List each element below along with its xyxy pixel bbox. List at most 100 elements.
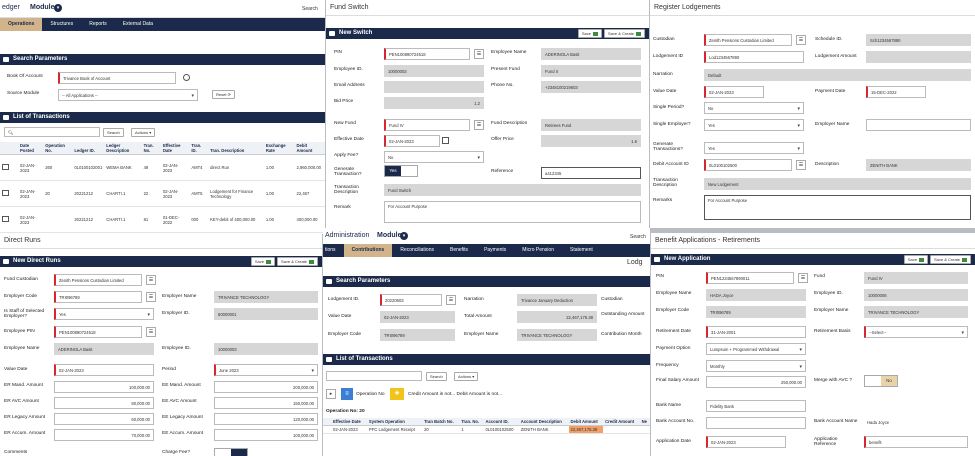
custodian-field[interactable]: Zenith Pensions Custodian Limited: [704, 34, 792, 46]
lookup-icon[interactable]: ☰: [474, 49, 484, 59]
lookup-icon[interactable]: ☰: [474, 120, 484, 130]
reset-button[interactable]: Reset ⟳: [212, 90, 235, 99]
search-link[interactable]: Search: [302, 6, 318, 12]
amount-field[interactable]: 200,000.00: [214, 381, 318, 393]
col-header[interactable]: Tran. Description: [208, 142, 264, 155]
col-header[interactable]: Debit Amount: [568, 418, 604, 426]
amount-field[interactable]: 70,000.00: [54, 429, 154, 441]
value-date-field[interactable]: 02-JAN-2023: [54, 364, 154, 376]
settings-icon[interactable]: [183, 74, 190, 81]
amount-field[interactable]: 100,000.00: [214, 429, 318, 441]
tab-structures[interactable]: Structures: [42, 18, 81, 31]
table-row[interactable]: 02-JAN-2023 PFC Lodgement Receipt 20 1 0L010…: [323, 425, 650, 434]
frequency-select[interactable]: Monthly: [706, 360, 806, 372]
application-reference-field[interactable]: benefit: [864, 436, 968, 448]
calendar-icon[interactable]: [442, 137, 449, 144]
list-header[interactable]: List of Transactions: [0, 112, 325, 123]
merge-avc-toggle[interactable]: No: [864, 375, 898, 387]
table-row[interactable]: 02-JAN-2023 20 20221212 CHARTI.1 22 02-JAN-20…: [0, 180, 325, 207]
reference-field[interactable]: a412345: [541, 167, 641, 179]
bank-account-no-field[interactable]: [706, 417, 806, 429]
col-header[interactable]: Tran. No.: [141, 142, 161, 155]
col-header[interactable]: Exchange Rate: [263, 142, 295, 155]
lookup-icon[interactable]: ☰: [146, 275, 156, 285]
save-button[interactable]: Save: [250, 257, 275, 266]
actions-button[interactable]: Actions ▾: [131, 128, 156, 137]
search-params-header[interactable]: Search Parameters: [323, 276, 650, 287]
pin-field[interactable]: PEN1234567890011: [706, 272, 794, 284]
col-header[interactable]: Debit Amount: [294, 142, 325, 155]
final-salary-field[interactable]: 250,000.00: [706, 376, 806, 388]
tab-statement[interactable]: Statement: [562, 244, 601, 257]
tab-payments[interactable]: Payments: [476, 244, 514, 257]
tab-benefits[interactable]: Benefits: [442, 244, 476, 257]
retirement-date-field[interactable]: 31-JAN-2001: [706, 326, 806, 338]
value-date-field[interactable]: 02-JAN-2023: [704, 86, 764, 98]
book-field[interactable]: Trivance Book of Account: [58, 72, 176, 84]
amount-field[interactable]: 100,000.00: [54, 381, 154, 393]
lookup-icon[interactable]: ☰: [446, 295, 456, 305]
operation-no-filter[interactable]: Operation No: [356, 392, 385, 397]
chevron-down-icon[interactable]: ▾: [400, 232, 408, 240]
remarks-field[interactable]: For Account Purpose: [704, 195, 971, 220]
new-fund-field[interactable]: Fund IV: [384, 119, 470, 131]
debit-account-field[interactable]: 0L0100102500: [704, 159, 792, 171]
col-header[interactable]: Account Description: [518, 418, 569, 426]
pin-field[interactable]: PEN100890724518: [384, 48, 470, 60]
source-select[interactable]: -- All Applications --: [58, 89, 198, 101]
effective-date-field[interactable]: 02-JAN-2023: [384, 135, 440, 147]
tab-external-data[interactable]: External Data: [115, 18, 161, 31]
is-staff-select[interactable]: Yes: [54, 308, 154, 320]
tab-contributions[interactable]: Contributions: [343, 244, 393, 257]
save-create-button[interactable]: Save & Create: [603, 29, 645, 38]
employer-name-field[interactable]: [866, 119, 971, 131]
save-create-button[interactable]: Save & Create: [929, 255, 971, 264]
single-period-select[interactable]: No: [704, 102, 804, 114]
search-button[interactable]: Search: [103, 128, 124, 137]
generate-transactions-select[interactable]: Yes: [704, 142, 804, 154]
col-header[interactable]: Date Posted: [18, 142, 44, 155]
single-employer-select[interactable]: Yes: [704, 119, 804, 131]
tab-reconciliations[interactable]: Reconciliations: [392, 244, 442, 257]
row-menu-icon[interactable]: [2, 216, 9, 222]
bank-account-name-field[interactable]: Hada Joyce: [864, 417, 968, 429]
col-header[interactable]: Effective Date: [323, 418, 367, 426]
tab-operations[interactable]: tions: [323, 244, 344, 257]
bank-name-field[interactable]: Fidelity Bank: [706, 400, 806, 412]
lodgement-id-field[interactable]: Lod1234567890: [704, 51, 804, 63]
save-button[interactable]: Save: [903, 255, 928, 264]
amount-field[interactable]: 60,000.00: [54, 413, 154, 425]
col-header[interactable]: Tran Batch No.: [422, 418, 460, 426]
tab-micro-pension[interactable]: Micro Pension: [514, 244, 562, 257]
actions-button[interactable]: Actions ▾: [454, 372, 479, 381]
col-header[interactable]: Tran. ID.: [189, 142, 209, 155]
charge-fee-toggle[interactable]: [214, 448, 248, 456]
col-header[interactable]: Operation No.: [43, 142, 73, 155]
module-menu[interactable]: Module: [377, 232, 402, 239]
star-icon[interactable]: ★: [390, 388, 404, 400]
tab-reports[interactable]: Reports: [81, 18, 115, 31]
employee-pin-field[interactable]: PEN100890724518: [54, 326, 142, 338]
row-menu-icon[interactable]: [2, 190, 9, 196]
list-header[interactable]: List of Transactions: [323, 354, 650, 365]
col-header[interactable]: Tran. No.: [459, 418, 484, 426]
apply-fee-select[interactable]: No: [384, 151, 484, 163]
table-row[interactable]: 02-JAN-2023 20221212 CHARTI.1 81 01-DEC-2022…: [0, 206, 325, 233]
search-input[interactable]: 🔍︎: [4, 127, 100, 137]
filter-chip-icon[interactable]: ≡: [341, 388, 353, 400]
save-create-button[interactable]: Save & Create: [276, 257, 318, 266]
table-row[interactable]: 02-JAN-2023 260 0L0100102001 WEMA BANK 49 02-…: [0, 154, 325, 181]
lookup-icon[interactable]: ☰: [146, 292, 156, 302]
remark-field[interactable]: For Account Purpose: [384, 201, 641, 223]
tab-operations[interactable]: Operations: [0, 18, 43, 31]
lodgement-id-field[interactable]: 20220603: [380, 294, 442, 306]
col-header[interactable]: Credit Amount: [603, 418, 640, 426]
search-params-header[interactable]: Search Parameters: [0, 54, 325, 65]
period-select[interactable]: June 2023: [214, 364, 318, 376]
credit-filter[interactable]: Credit Amount is not... Debit Amount is …: [408, 392, 502, 397]
search-input[interactable]: [326, 371, 422, 381]
play-icon[interactable]: ▸: [326, 389, 336, 399]
chevron-down-icon[interactable]: ▾: [54, 4, 62, 12]
generate-transaction-toggle[interactable]: Yes: [384, 165, 418, 177]
payment-date-field[interactable]: 15-DEC-2022: [866, 86, 926, 98]
